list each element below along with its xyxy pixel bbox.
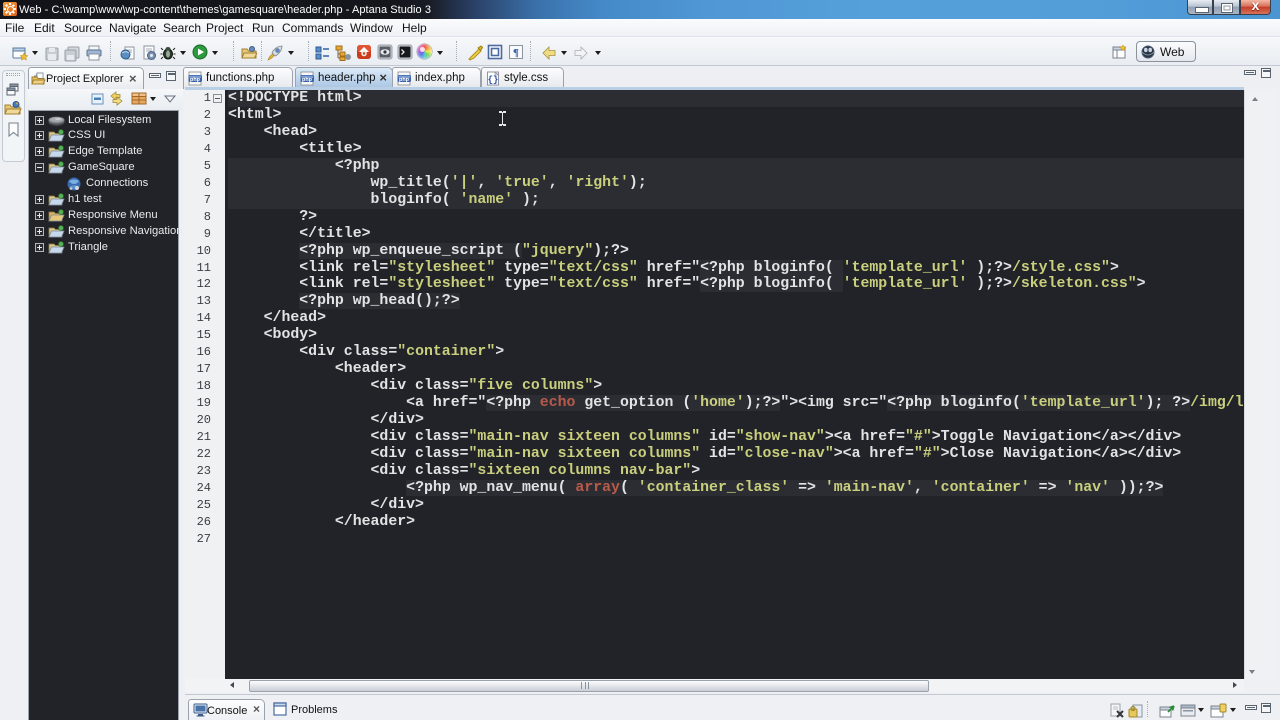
svg-text:php: php [302,77,313,83]
svg-text:{}: {} [488,75,499,85]
svg-text:php: php [399,77,410,83]
svg-text:¶: ¶ [513,47,519,59]
svg-text:php: php [190,77,201,83]
